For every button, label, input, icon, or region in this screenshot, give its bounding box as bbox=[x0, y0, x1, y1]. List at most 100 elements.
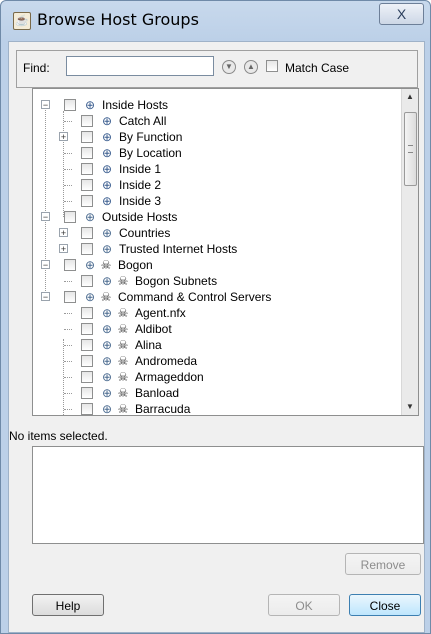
inside-hosts-icon: ⊕ bbox=[84, 98, 96, 112]
expand-icon[interactable]: + bbox=[59, 244, 68, 254]
collapse-icon[interactable]: − bbox=[41, 292, 50, 302]
close-icon: X bbox=[396, 6, 407, 22]
tree-item[interactable]: ☠ ⊕ Andromeda bbox=[33, 353, 402, 369]
tree-item-label: Agent.nfx bbox=[135, 306, 186, 320]
collapse-icon[interactable]: − bbox=[41, 212, 50, 222]
tree-branch-line bbox=[64, 201, 72, 202]
tree-item-checkbox[interactable] bbox=[81, 339, 93, 351]
inside-hosts-icon: ⊕ bbox=[101, 114, 113, 128]
tree-item-label: Banload bbox=[135, 386, 180, 400]
scroll-down-arrow-icon[interactable]: ▼ bbox=[402, 399, 418, 415]
expand-icon[interactable]: + bbox=[59, 228, 68, 238]
inside-hosts-icon: ⊕ bbox=[101, 194, 113, 208]
tree-item-label: Inside 3 bbox=[119, 194, 162, 208]
match-case-label: Match Case bbox=[285, 61, 350, 75]
skull-icon: ☠ bbox=[117, 370, 129, 384]
find-next-icon[interactable]: ▼ bbox=[222, 60, 236, 74]
tree-item[interactable]: − ⊕ Inside Hosts bbox=[33, 97, 402, 113]
remove-button[interactable]: Remove bbox=[345, 553, 421, 575]
tree-item-checkbox[interactable] bbox=[81, 387, 93, 399]
scroll-up-arrow-icon[interactable]: ▲ bbox=[402, 89, 418, 105]
skull-icon: ☠ bbox=[100, 258, 112, 272]
tree-item[interactable]: + ⊕ Trusted Internet Hosts bbox=[33, 241, 402, 257]
inside-hosts-icon: ⊕ bbox=[101, 178, 113, 192]
tree-item-label: Trusted Internet Hosts bbox=[119, 242, 238, 256]
globe-icon: ⊕ bbox=[101, 306, 113, 320]
tree-item[interactable]: ☠ ⊕ Aldibot bbox=[33, 321, 402, 337]
tree-item[interactable]: + ⊕ Countries bbox=[33, 225, 402, 241]
tree-branch-line bbox=[64, 121, 72, 122]
tree-item-label: Armageddon bbox=[135, 370, 204, 384]
tree-item[interactable]: ⊕ Catch All bbox=[33, 113, 402, 129]
tree-item[interactable]: ☠ ⊕ Bogon Subnets bbox=[33, 273, 402, 289]
tree-item[interactable]: + ⊕ By Function bbox=[33, 129, 402, 145]
globe-icon: ⊕ bbox=[101, 386, 113, 400]
title-bar[interactable]: ☕ Browse Host Groups X bbox=[1, 1, 430, 37]
tree-item-checkbox[interactable] bbox=[81, 163, 93, 175]
tree-item-label: Bogon Subnets bbox=[135, 274, 218, 288]
tree-item[interactable]: ⊕ By Location bbox=[33, 145, 402, 161]
tree-item-checkbox[interactable] bbox=[81, 131, 93, 143]
tree-item[interactable]: − ☠ ⊕ Command & Control Servers bbox=[33, 289, 402, 305]
find-previous-icon[interactable]: ▲ bbox=[244, 60, 258, 74]
tree-item-checkbox[interactable] bbox=[64, 291, 76, 303]
selected-items-list[interactable] bbox=[32, 446, 424, 544]
expand-icon[interactable]: + bbox=[59, 132, 68, 142]
tree-scrollbar[interactable]: ▲ ▼ bbox=[401, 89, 418, 415]
tree-branch-line bbox=[64, 409, 72, 410]
tree-item-checkbox[interactable] bbox=[81, 227, 93, 239]
tree-item-checkbox[interactable] bbox=[81, 275, 93, 287]
skull-icon: ☠ bbox=[117, 354, 129, 368]
inside-hosts-icon: ⊕ bbox=[101, 146, 113, 160]
window-close-button[interactable]: X bbox=[379, 3, 424, 25]
tree-item[interactable]: ☠ ⊕ Banload bbox=[33, 385, 402, 401]
help-button[interactable]: Help bbox=[32, 594, 104, 616]
tree-item-checkbox[interactable] bbox=[81, 115, 93, 127]
window-title: Browse Host Groups bbox=[37, 10, 199, 29]
tree-item[interactable]: ☠ ⊕ Agent.nfx bbox=[33, 305, 402, 321]
tree-item[interactable]: ☠ ⊕ Barracuda bbox=[33, 401, 402, 416]
tree-item-checkbox[interactable] bbox=[81, 243, 93, 255]
scrollbar-thumb[interactable] bbox=[404, 112, 417, 186]
tree-item[interactable]: ⊕ Inside 3 bbox=[33, 193, 402, 209]
skull-icon: ☠ bbox=[117, 386, 129, 400]
tree-item-checkbox[interactable] bbox=[64, 99, 76, 111]
tree-branch-line bbox=[64, 361, 72, 362]
tree-item-label: By Location bbox=[119, 146, 182, 160]
globe-icon: ⊕ bbox=[101, 354, 113, 368]
match-case-checkbox[interactable] bbox=[266, 60, 278, 72]
tree-item[interactable]: − ⊕ Outside Hosts bbox=[33, 209, 402, 225]
tree-item-checkbox[interactable] bbox=[81, 147, 93, 159]
tree-branch-line bbox=[64, 185, 72, 186]
tree-branch-line bbox=[64, 313, 72, 314]
skull-icon: ☠ bbox=[117, 402, 129, 416]
selection-status: No items selected. bbox=[9, 429, 108, 443]
find-input[interactable] bbox=[66, 56, 214, 76]
tree-item-checkbox[interactable] bbox=[64, 211, 76, 223]
close-button[interactable]: Close bbox=[349, 594, 421, 616]
collapse-icon[interactable]: − bbox=[41, 260, 50, 270]
tree-item-label: Inside 2 bbox=[119, 178, 162, 192]
collapse-icon[interactable]: − bbox=[41, 100, 50, 110]
tree-item-label: Aldibot bbox=[135, 322, 172, 336]
tree-item[interactable]: ☠ ⊕ Armageddon bbox=[33, 369, 402, 385]
tree-item-checkbox[interactable] bbox=[81, 307, 93, 319]
tree-item-checkbox[interactable] bbox=[81, 323, 93, 335]
inside-hosts-icon: ⊕ bbox=[101, 130, 113, 144]
tree-item-checkbox[interactable] bbox=[81, 179, 93, 191]
tree-item[interactable]: ⊕ Inside 2 bbox=[33, 177, 402, 193]
tree-item[interactable]: ⊕ Inside 1 bbox=[33, 161, 402, 177]
skull-icon: ☠ bbox=[117, 306, 129, 320]
host-group-tree[interactable]: − ⊕ Inside Hosts ⊕ Catch All + ⊕ By Function ⊕ By… bbox=[32, 88, 419, 416]
tree-item-label: Andromeda bbox=[135, 354, 198, 368]
tree-item-checkbox[interactable] bbox=[81, 371, 93, 383]
tree-item[interactable]: ☠ ⊕ Alina bbox=[33, 337, 402, 353]
tree-item-checkbox[interactable] bbox=[81, 403, 93, 415]
globe-icon: ⊕ bbox=[101, 322, 113, 336]
ok-button[interactable]: OK bbox=[268, 594, 340, 616]
tree-item-checkbox[interactable] bbox=[81, 355, 93, 367]
tree-item-checkbox[interactable] bbox=[64, 259, 76, 271]
tree-item[interactable]: − ☠ ⊕ Bogon bbox=[33, 257, 402, 273]
tree-item-checkbox[interactable] bbox=[81, 195, 93, 207]
tree-item-label: Outside Hosts bbox=[102, 210, 178, 224]
